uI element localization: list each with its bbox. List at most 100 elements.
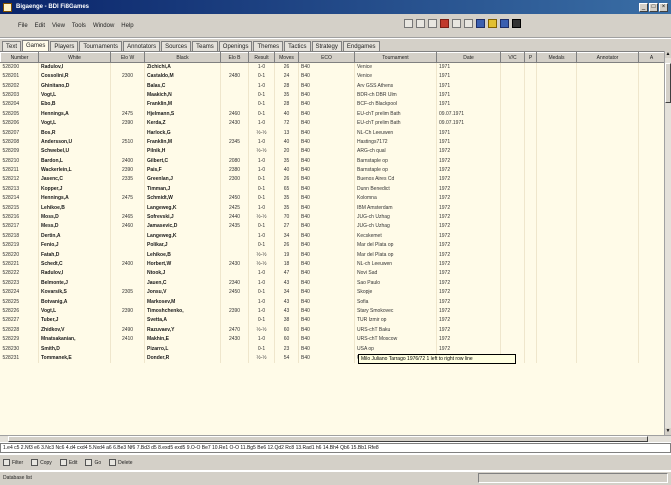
table-row[interactable]: 528215 Lehikoe,B Langeweg,K 2425 1-0 35 B40 IBM… — [0, 203, 664, 213]
tab-players[interactable]: Players — [50, 41, 79, 51]
minimize-button[interactable]: _ — [639, 2, 648, 12]
table-row[interactable]: 528218 Dertin,A Langeweg,K 1-0 34 B40 Kecskeme… — [0, 231, 664, 242]
table-cell — [524, 259, 537, 270]
table-row[interactable]: 528200 Radulov,I Zichichi,A 1-0 26 B40 Venice 1… — [0, 62, 664, 72]
vertical-scrollbar[interactable]: ▲ ▼ — [664, 51, 671, 435]
column-header[interactable]: P — [524, 52, 537, 63]
table-row[interactable]: 528229 Mnatsakanian, 2410 Makhin,E 2430 1-0 60… — [0, 334, 664, 345]
delete-button[interactable]: Delete — [109, 459, 133, 466]
cut-icon[interactable] — [404, 19, 413, 28]
column-header[interactable]: Elo W — [110, 52, 145, 63]
tab-tournaments[interactable]: Tournaments — [79, 41, 123, 51]
edit-button[interactable]: Edit — [59, 459, 77, 466]
table-cell — [536, 100, 577, 110]
table-row[interactable]: 528224 Kovarsik,S 2305 Jonsu,V 2450 0-1 34 B40 S… — [0, 287, 664, 298]
table-cell: 528216 — [0, 212, 39, 223]
table-row[interactable]: 528228 Zhidkov,V 2490 Razuvaev,Y 2470 ½-½ 60 B4… — [0, 325, 664, 335]
column-header[interactable]: Moves — [274, 52, 299, 63]
column-header[interactable]: Medals — [536, 52, 577, 63]
table-row[interactable]: 528230 Smith,D Pizarro,L 0-1 23 B40 USA op 1972 — [0, 344, 664, 354]
table-cell: 1971 — [436, 137, 501, 148]
table-row[interactable]: 528221 Schedt,C 2400 Horbert,W 2430 ½-½ 18 B40 N… — [0, 259, 664, 270]
column-header[interactable]: Number — [0, 52, 39, 63]
column-header[interactable]: White — [38, 52, 111, 63]
table-row[interactable]: 528204 Ebo,B Franklin,M 0-1 28 B40 BCF-ch Blac… — [0, 100, 664, 110]
table-cell — [220, 147, 249, 157]
go-button[interactable]: Go — [85, 459, 101, 466]
grid-icon[interactable] — [500, 19, 509, 28]
paste-icon[interactable] — [428, 19, 437, 28]
table-row[interactable]: 528207 Bos,R Harlock,G ½-½ 13 B40 NL-Ch Leeuwe… — [0, 128, 664, 138]
tab-annotators[interactable]: Annotators — [123, 41, 161, 51]
table-row[interactable]: 528209 Schwebel,U Pilnik,H ½-½ 20 B40 ARG-ch q… — [0, 147, 664, 157]
table-row[interactable]: 528223 Belmonte,J Jauen,C 2340 1-0 43 B40 Sao P… — [0, 278, 664, 288]
column-header[interactable]: Annotator — [576, 52, 639, 63]
vertical-scroll-thumb[interactable] — [665, 63, 671, 103]
maximize-button[interactable]: □ — [649, 2, 658, 12]
table-row[interactable]: 528216 Moss,D 2465 Sofrevski,J 2440 ½-½ 70 B40 J… — [0, 212, 664, 223]
tab-openings[interactable]: Openings — [218, 41, 253, 51]
menu-file[interactable]: File — [18, 23, 28, 29]
copy-button[interactable]: Copy — [31, 459, 52, 466]
tab-text[interactable]: Text — [2, 41, 22, 51]
table-row[interactable]: 528225 Botvanig,A Markosev,M 1-0 43 B40 Sofia 1… — [0, 297, 664, 307]
play-icon[interactable] — [440, 19, 449, 28]
table-row[interactable]: 528208 Andersson,U 2510 Franklin,M 2345 1-0 40… — [0, 137, 664, 148]
column-header[interactable]: Date — [436, 52, 501, 63]
table-row[interactable]: 528202 Ghinitano,D Balas,C 1-0 28 B40 Arv GSS … — [0, 81, 664, 91]
menu-edit[interactable]: Edit — [35, 23, 45, 29]
scroll-up-icon[interactable]: ▲ — [665, 51, 671, 58]
table-row[interactable]: 528210 Bardon,L 2400 Gilbert,C 2080 1-0 35 B40 B… — [0, 156, 664, 166]
column-header[interactable]: Tournament — [354, 52, 437, 63]
table-row[interactable]: 528231Tommanek,EDonder,R½-½54B40USA op19… — [0, 353, 664, 364]
horizontal-scroll-thumb[interactable] — [8, 436, 648, 442]
table-row[interactable]: 528205 Hennings,A 2475 Hjelmann,S 2460 0-1 40 B… — [0, 109, 664, 119]
table-row[interactable]: 528219 Fenio,J Polikar,J 0-1 26 B40 Mar del Pl… — [0, 241, 664, 251]
tab-sources[interactable]: Sources — [161, 41, 192, 51]
horizontal-scrollbar[interactable] — [0, 435, 671, 442]
tab-themes[interactable]: Themes — [253, 41, 284, 51]
menu-window[interactable]: Window — [93, 23, 114, 29]
filter-button[interactable]: Filter — [3, 459, 23, 466]
menu-help[interactable]: Help — [121, 23, 133, 29]
tab-teams[interactable]: Teams — [192, 41, 218, 51]
search-icon[interactable] — [452, 19, 461, 28]
star-icon[interactable] — [488, 19, 497, 28]
table-row[interactable]: 528226 Vogt,L 2390 Timoshchenko, 2390 1-0 43 B4… — [0, 306, 664, 317]
table-row[interactable]: 528201 Cossolini,R 2300 Castaldo,M 2480 0-1 24… — [0, 72, 664, 82]
table-cell: B40 — [298, 62, 355, 72]
table-row[interactable]: 528222 Radulov,I Ntook,J 1-0 47 B40 Novi Sad 19… — [0, 269, 664, 279]
filter-icon[interactable] — [464, 19, 473, 28]
close-button[interactable]: × — [659, 2, 668, 12]
tab-games[interactable]: Games — [22, 40, 50, 51]
tab-strategy[interactable]: Strategy — [311, 41, 342, 51]
column-header[interactable]: Black — [144, 52, 221, 63]
table-cell: 2390 — [110, 165, 145, 176]
window-title: Bigaenge - BDI Fi8Games — [16, 4, 90, 10]
scroll-down-icon[interactable]: ▼ — [665, 428, 671, 435]
table-row[interactable]: 528227 Tuber,J Svetta,A 0-1 38 B40 TUR Izmir o… — [0, 316, 664, 326]
table-row[interactable]: 528212 Jasenc,C 2335 Greenlan,J 2300 0-1 26 B40… — [0, 175, 664, 185]
table-row[interactable]: 528213 Kopper,J Timman,J 0-1 65 B40 Dunn Bened… — [0, 184, 664, 195]
tab-tactics[interactable]: Tactics — [284, 41, 311, 51]
table-row[interactable]: 528214 Hennings,A 2475 Schmidt,W 2450 0-1 35 B4… — [0, 194, 664, 204]
database-icon[interactable] — [512, 19, 521, 28]
column-header[interactable]: V/C — [500, 52, 525, 63]
column-header[interactable]: Elo B — [220, 52, 249, 63]
menu-view[interactable]: View — [52, 23, 65, 29]
table-row[interactable]: 528211 Wackerlein,L 2390 Pais,F 2380 1-0 40 B40… — [0, 165, 664, 176]
table-cell: B40 — [298, 241, 355, 251]
column-header[interactable]: ECO — [298, 52, 355, 63]
copy-icon[interactable] — [416, 19, 425, 28]
menu-tools[interactable]: Tools — [72, 23, 86, 29]
board-icon[interactable] — [476, 19, 485, 28]
table-cell: 2380 — [220, 165, 249, 176]
column-header[interactable]: Result — [248, 52, 275, 63]
table-row[interactable]: 528217 Mess,D 2460 Jamasevic,D 2435 0-1 27 B40 J… — [0, 222, 664, 232]
tab-endgames[interactable]: Endgames — [342, 41, 380, 51]
table-row[interactable]: 528203 Vogt,L Maakich,N 0-1 35 B40 BDR-ch DBR … — [0, 90, 664, 101]
table-row[interactable]: 528206 Vogt,L 2390 Kerda,Z 2430 1-0 72 B40 EU-ch… — [0, 118, 664, 129]
table-cell — [220, 316, 249, 326]
column-header[interactable]: A — [638, 52, 664, 63]
table-row[interactable]: 528220 Fatah,D Lehikoe,B ½-½ 19 B40 Mar del Pl… — [0, 250, 664, 260]
